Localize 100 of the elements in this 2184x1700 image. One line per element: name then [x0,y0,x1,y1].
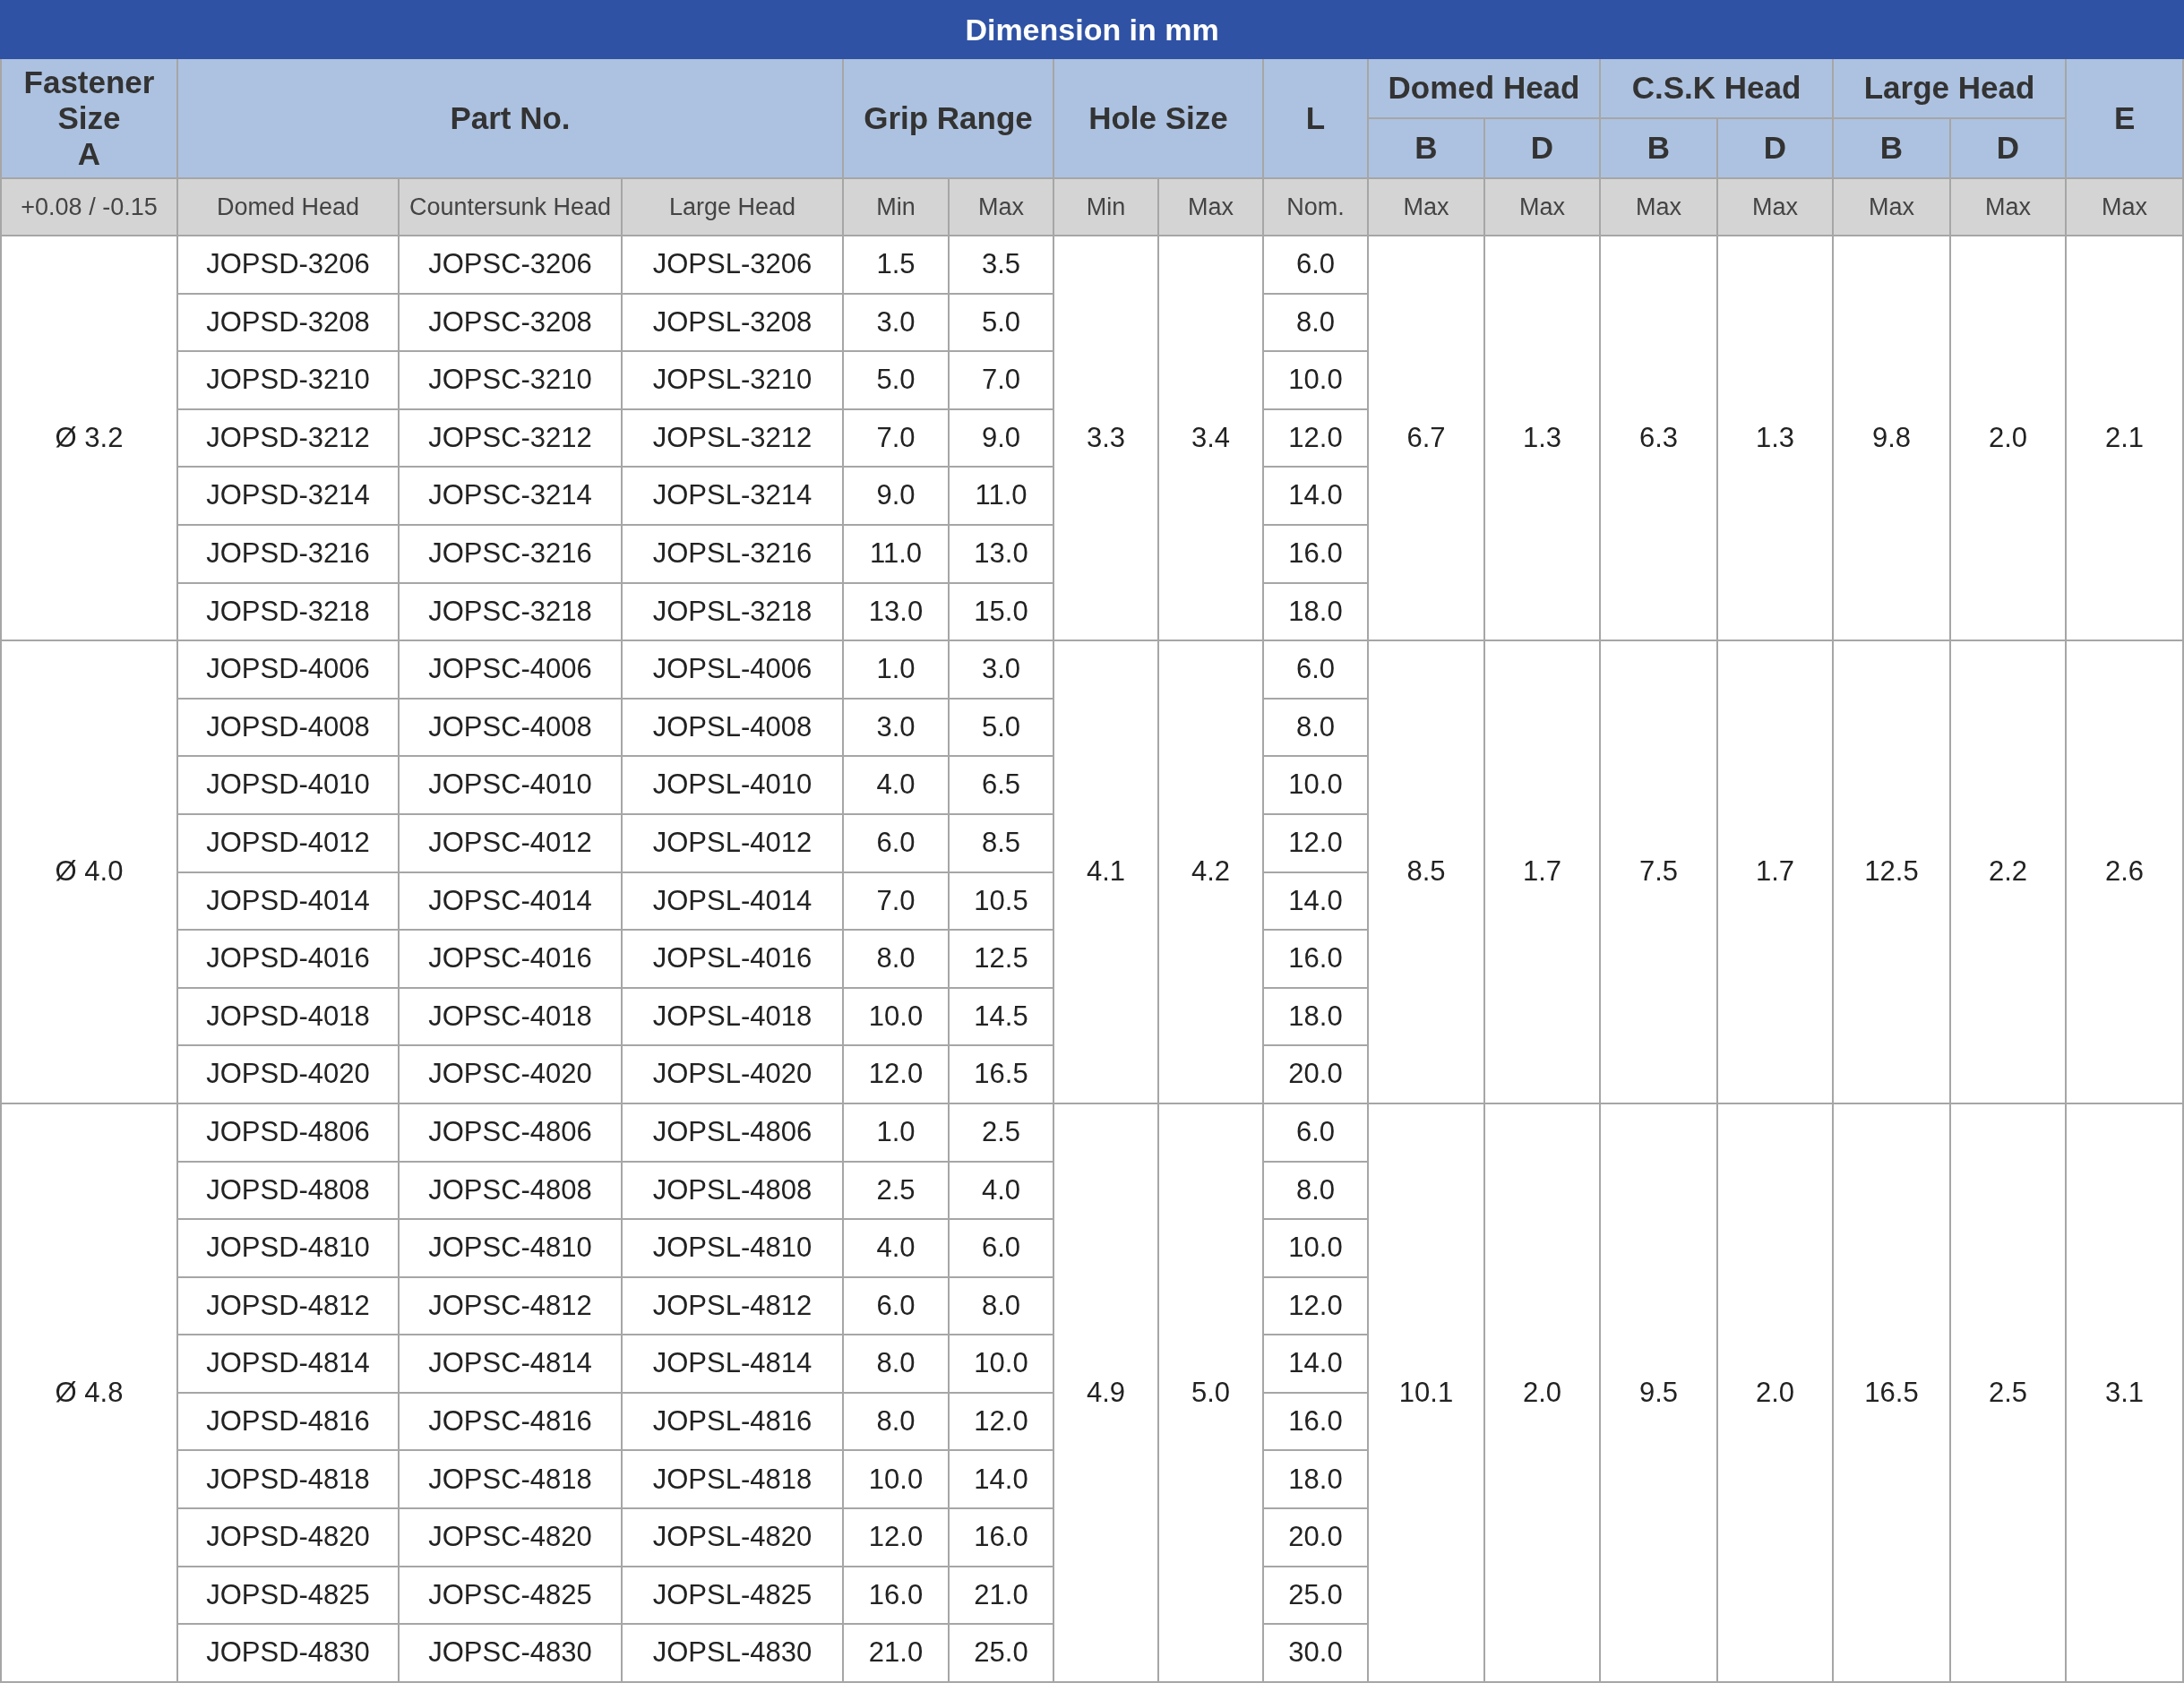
table-cell: 16.0 [949,1508,1053,1567]
table-cell: 12.0 [843,1508,949,1567]
column-subheader: Max [2066,178,2184,236]
table-cell: JOPSD-3210 [177,351,399,409]
table-cell: 3.0 [949,640,1053,699]
table-cell: 3.3 [1053,236,1158,641]
column-header: Part No. [177,58,843,178]
table-cell: Ø 3.2 [1,236,177,641]
table-cell: 1.3 [1717,236,1833,641]
table-cell: JOPSD-4808 [177,1161,399,1220]
table-cell: 18.0 [1263,582,1368,641]
table-cell: 16.0 [843,1566,949,1625]
column-header: B [1600,118,1717,178]
table-cell: 1.5 [843,236,949,294]
table-cell: 25.0 [949,1624,1053,1682]
column-subheader: +0.08 / -0.15 [1,178,177,236]
column-header: B [1368,118,1484,178]
table-cell: 5.0 [843,351,949,409]
table-cell: JOPSC-4012 [399,813,622,872]
table-cell: 9.5 [1600,1103,1717,1682]
table-cell: JOPSD-4012 [177,813,399,872]
table-cell: 20.0 [1263,1508,1368,1567]
table-cell: 30.0 [1263,1624,1368,1682]
table-cell: 20.0 [1263,1045,1368,1103]
table-cell: 3.0 [843,293,949,352]
table-cell: JOPSC-4020 [399,1045,622,1103]
table-cell: JOPSD-4825 [177,1566,399,1625]
table-cell: JOPSD-4006 [177,640,399,699]
table-cell: JOPSD-4814 [177,1335,399,1393]
table-cell: JOPSL-4008 [622,698,843,757]
table-cell: 6.7 [1368,236,1484,641]
table-cell: JOPSD-4010 [177,756,399,814]
table-cell: JOPSD-3206 [177,236,399,294]
column-subheader: Max [1950,178,2066,236]
table-cell: JOPSC-3210 [399,351,622,409]
column-subheader: Domed Head [177,178,399,236]
table-cell: 2.1 [2066,236,2184,641]
table-cell: JOPSC-4810 [399,1219,622,1277]
table-cell: 18.0 [1263,1450,1368,1509]
table-cell: 6.0 [843,813,949,872]
table-cell: 7.0 [843,871,949,931]
table-cell: 4.0 [843,1219,949,1277]
table-cell: 8.0 [1263,293,1368,352]
column-subheader: Max [1158,178,1263,236]
table-cell: JOPSC-4825 [399,1566,622,1625]
table-cell: 8.0 [843,1335,949,1393]
table-cell: 10.0 [843,987,949,1046]
table-cell: JOPSL-3206 [622,236,843,294]
column-header: D [1717,118,1833,178]
table-cell: JOPSC-3218 [399,582,622,641]
table-cell: JOPSL-3208 [622,293,843,352]
table-cell: 6.0 [1263,640,1368,699]
table-cell: 5.0 [949,293,1053,352]
table-cell: JOPSC-4006 [399,640,622,699]
table-cell: JOPSL-3210 [622,351,843,409]
table-cell: JOPSC-4014 [399,871,622,931]
table-cell: 2.0 [1717,1103,1833,1682]
table-cell: JOPSC-3212 [399,408,622,468]
table-cell: JOPSD-3218 [177,582,399,641]
table-cell: 9.0 [843,467,949,525]
table-cell: JOPSD-4812 [177,1276,399,1335]
table-cell: JOPSL-4020 [622,1045,843,1103]
table-cell: 6.3 [1600,236,1717,641]
table-cell: 4.2 [1158,640,1263,1103]
table-cell: 14.0 [949,1450,1053,1509]
table-cell: JOPSD-4818 [177,1450,399,1509]
column-subheader: Max [1600,178,1717,236]
column-subheader: Min [843,178,949,236]
column-header: Domed Head [1368,58,1600,118]
table-cell: JOPSL-4018 [622,987,843,1046]
table-cell: JOPSL-4016 [622,930,843,988]
table-cell: JOPSD-3212 [177,408,399,468]
table-cell: 10.0 [1263,756,1368,814]
table-cell: 10.0 [949,1335,1053,1393]
table-cell: 10.1 [1368,1103,1484,1682]
table-cell: 2.0 [1484,1103,1600,1682]
table-cell: 5.0 [949,698,1053,757]
table-cell: 2.5 [949,1103,1053,1162]
table-cell: 14.0 [1263,467,1368,525]
column-header: Large Head [1833,58,2066,118]
table-cell: JOPSD-3208 [177,293,399,352]
table-cell: JOPSL-4806 [622,1103,843,1162]
column-header: Fastener Size A [1,58,177,178]
table-cell: 12.0 [949,1392,1053,1451]
table-cell: 16.5 [949,1045,1053,1103]
table-cell: JOPSC-4808 [399,1161,622,1220]
table-cell: 10.5 [949,871,1053,931]
table-cell: JOPSL-4010 [622,756,843,814]
column-subheader: Max [1717,178,1833,236]
table-cell: JOPSC-4816 [399,1392,622,1451]
table-cell: JOPSD-4830 [177,1624,399,1682]
table-cell: JOPSC-3216 [399,524,622,583]
table-cell: 1.7 [1484,640,1600,1103]
table-cell: JOPSD-4018 [177,987,399,1046]
table-cell: JOPSD-4810 [177,1219,399,1277]
table-cell: 12.0 [1263,408,1368,468]
table-cell: Ø 4.0 [1,640,177,1103]
table-cell: JOPSD-3214 [177,467,399,525]
table-cell: 25.0 [1263,1566,1368,1625]
table-cell: JOPSL-4810 [622,1219,843,1277]
